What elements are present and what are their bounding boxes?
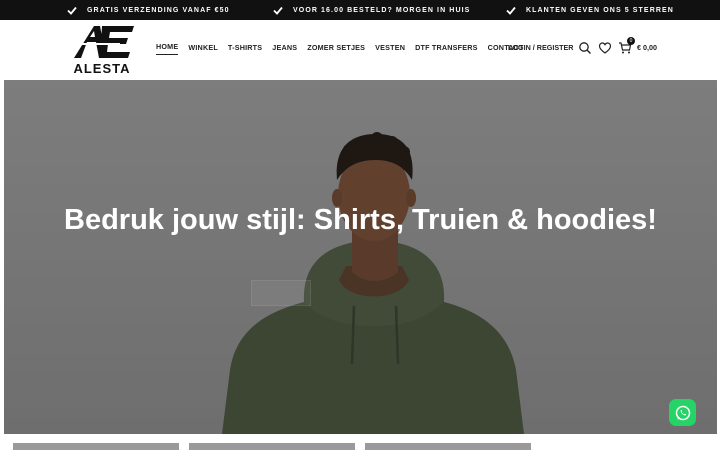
site-header: ALESTA HOME WINKEL T-SHIRTS JEANS ZOMER … — [0, 20, 720, 78]
nav-item-winkel[interactable]: WINKEL — [188, 41, 218, 55]
heart-icon[interactable] — [597, 40, 613, 56]
usp-reviews: KLANTEN GEVEN ONS 5 STERREN — [506, 0, 674, 20]
usp-free-shipping: GRATIS VERZENDING VANAF €50 — [67, 0, 230, 20]
usp-label: GRATIS VERZENDING VANAF €50 — [87, 6, 230, 14]
cart-count-badge: 0 — [627, 37, 635, 45]
hero-model-image — [4, 80, 717, 434]
search-icon[interactable] — [577, 40, 593, 56]
hero-banner: Bedruk jouw stijl: Shirts, Truien & hood… — [4, 80, 717, 434]
check-icon — [67, 6, 77, 15]
usp-next-day: VOOR 16.00 BESTELD? MORGEN IN HUIS — [273, 0, 470, 20]
logo-text: ALESTA — [73, 61, 131, 76]
logo[interactable]: ALESTA — [60, 22, 144, 76]
nav-item-jeans[interactable]: JEANS — [272, 41, 297, 55]
usp-label: KLANTEN GEVEN ONS 5 STERREN — [526, 6, 674, 14]
category-card[interactable] — [13, 443, 179, 450]
check-icon — [273, 6, 283, 15]
category-card[interactable] — [365, 443, 531, 450]
hero-title: Bedruk jouw stijl: Shirts, Truien & hood… — [64, 204, 657, 236]
usp-label: VOOR 16.00 BESTELD? MORGEN IN HUIS — [293, 6, 471, 14]
category-cards — [0, 443, 720, 450]
whatsapp-button[interactable] — [669, 399, 696, 426]
topbar: GRATIS VERZENDING VANAF €50 VOOR 16.00 B… — [0, 0, 720, 20]
nav-item-home[interactable]: HOME — [156, 41, 179, 55]
check-icon — [506, 6, 516, 15]
whatsapp-icon — [675, 405, 690, 420]
cart-total[interactable]: € 0,00 — [637, 41, 657, 55]
category-card[interactable] — [189, 443, 355, 450]
main-nav: HOME WINKEL T-SHIRTS JEANS ZOMER SETJES … — [156, 41, 524, 55]
nav-item-vesten[interactable]: VESTEN — [375, 41, 405, 55]
login-register-link[interactable]: LOGIN / REGISTER — [508, 41, 574, 55]
nav-item-zomer-setjes[interactable]: ZOMER SETJES — [307, 41, 365, 55]
hero-cta-button[interactable] — [251, 280, 311, 306]
logo-mark — [68, 26, 134, 58]
nav-item-t-shirts[interactable]: T-SHIRTS — [228, 41, 262, 55]
nav-item-dtf-transfers[interactable]: DTF TRANSFERS — [415, 41, 478, 55]
